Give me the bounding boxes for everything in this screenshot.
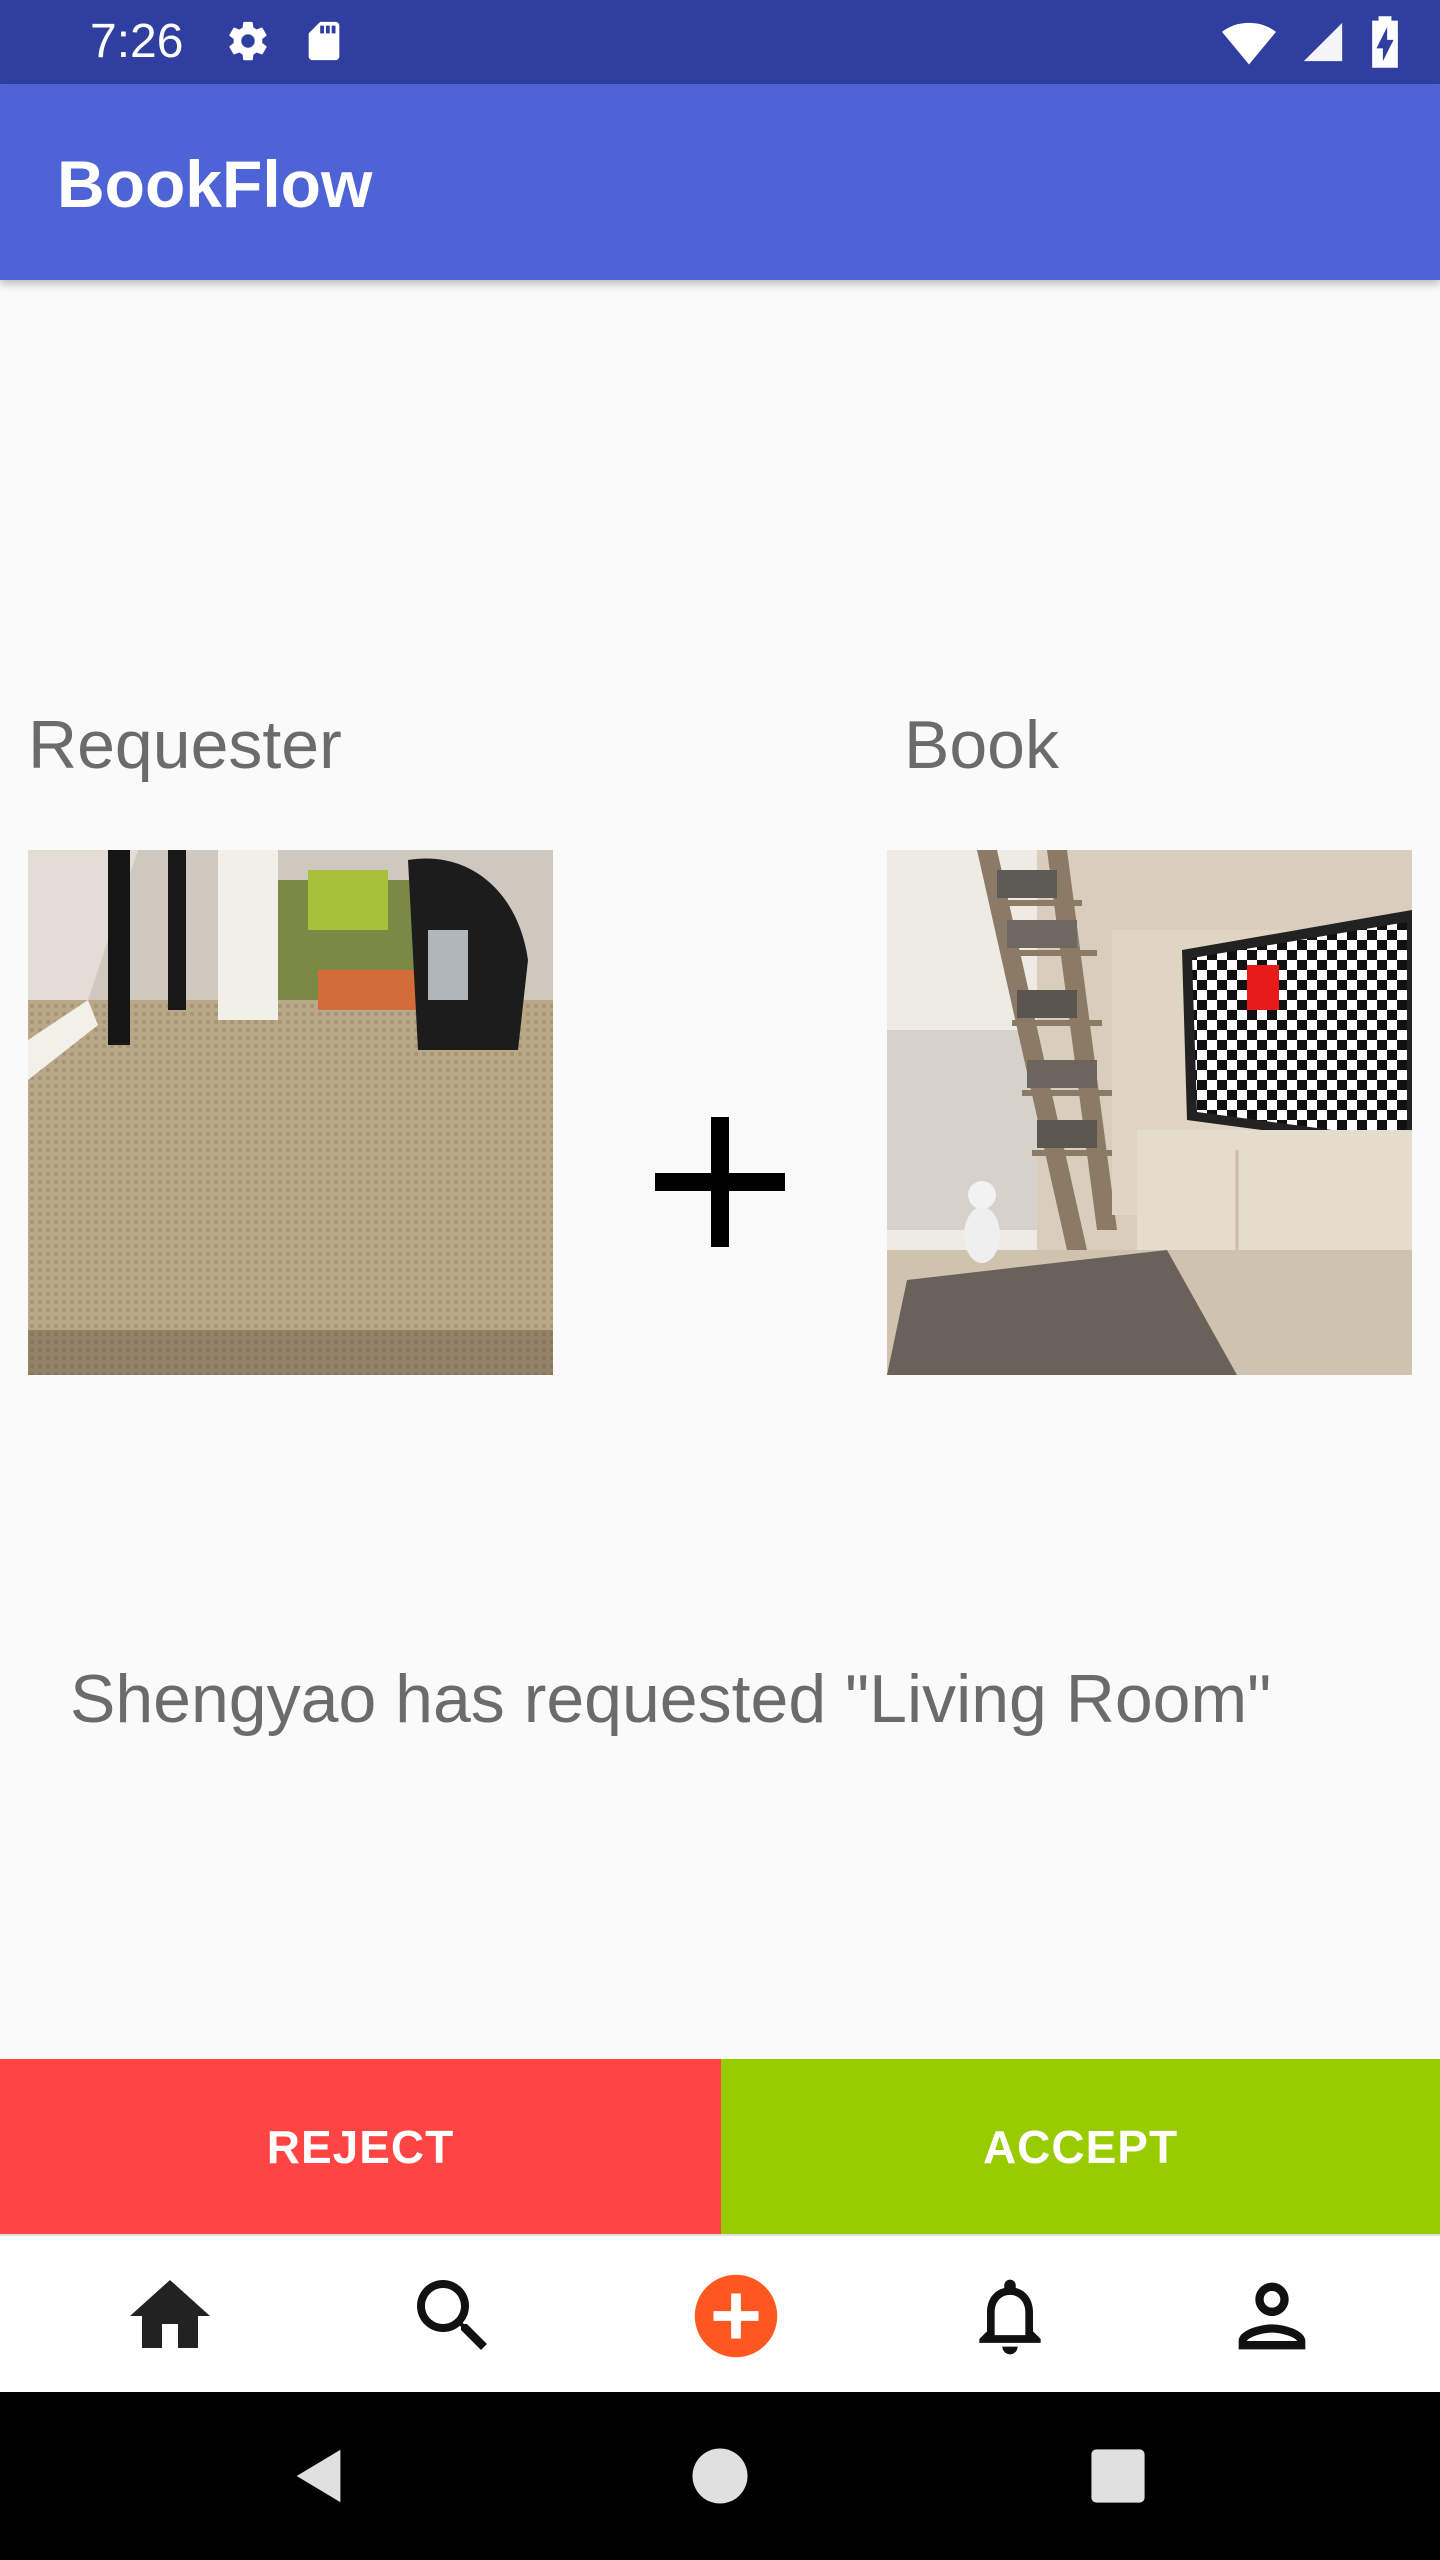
reject-button[interactable]: REJECT [0,2059,721,2234]
system-nav-bar [0,2392,1440,2560]
search-icon[interactable] [403,2266,503,2366]
back-icon[interactable] [270,2426,370,2526]
status-right-icons [1222,16,1400,73]
wifi-icon [1222,19,1276,70]
status-left-icons [225,18,345,69]
requester-photo[interactable] [28,850,553,1375]
request-message: Shengyao has requested "Living Room" [70,1661,1272,1737]
signal-icon [1300,19,1346,70]
gear-icon [225,18,271,69]
status-time: 7:26 [90,15,184,68]
book-photo[interactable] [887,850,1412,1375]
bottom-nav [0,2234,1440,2394]
requester-label: Requester [28,707,342,783]
app-bar: BookFlow [0,84,1440,280]
app-title: BookFlow [57,147,373,221]
recents-icon[interactable] [1068,2426,1168,2526]
plus-icon [655,1117,785,1247]
notifications-icon[interactable] [960,2266,1060,2366]
battery-charging-icon [1370,16,1400,73]
add-icon[interactable] [686,2266,786,2366]
sd-card-icon [303,18,345,69]
profile-icon[interactable] [1222,2266,1322,2366]
home-icon[interactable] [120,2266,220,2366]
status-bar: 7:26 [0,0,1440,84]
accept-button[interactable]: ACCEPT [721,2059,1440,2234]
home-circle-icon[interactable] [670,2426,770,2526]
book-label: Book [904,707,1059,783]
